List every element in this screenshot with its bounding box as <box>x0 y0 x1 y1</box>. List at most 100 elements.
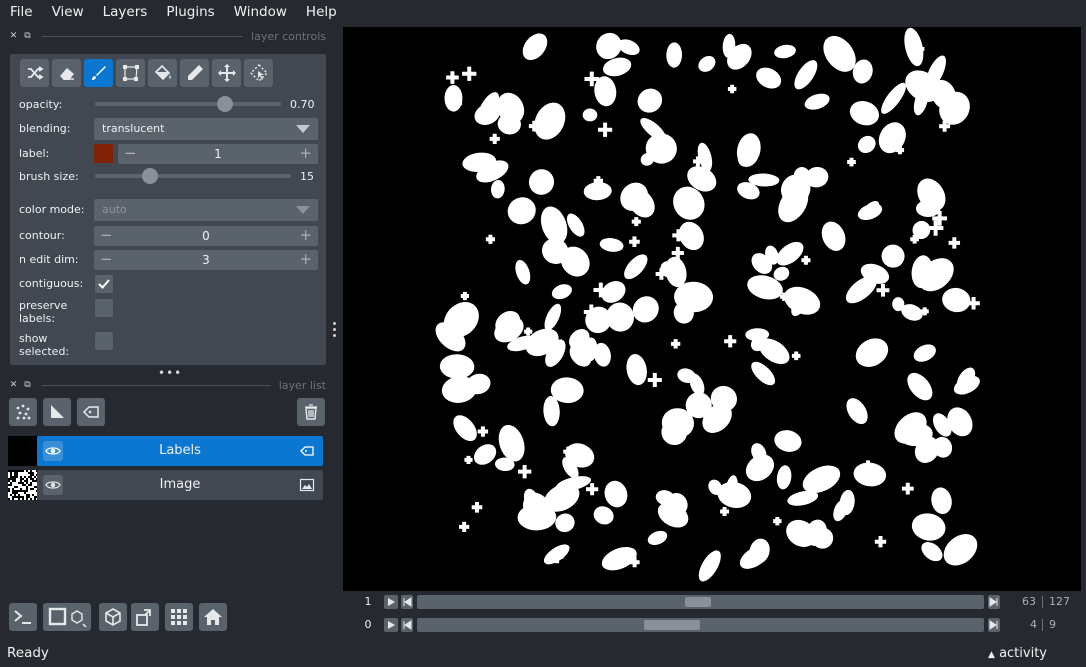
thumb-pixel <box>24 482 26 484</box>
thumb-pixel <box>26 474 28 476</box>
thumb-pixel <box>12 474 14 476</box>
console-button[interactable] <box>9 603 37 631</box>
visibility-toggle[interactable] <box>43 475 63 495</box>
label-color-swatch[interactable] <box>94 144 113 163</box>
play-button[interactable] <box>384 618 398 632</box>
transpose-dimensions-button[interactable] <box>131 603 159 631</box>
polygon-button[interactable] <box>116 59 145 87</box>
reset-view-button[interactable] <box>199 603 227 631</box>
thumb-pixel <box>16 476 18 478</box>
paint-brush-icon <box>91 66 106 80</box>
visibility-toggle[interactable] <box>43 441 63 461</box>
viewer-canvas[interactable] <box>343 27 1081 591</box>
thumb-pixel <box>10 498 12 500</box>
label-blob <box>626 353 647 386</box>
menu-plugins[interactable]: Plugins <box>156 0 223 24</box>
dim-slider[interactable] <box>417 595 984 609</box>
label-blob <box>855 338 889 367</box>
layer-name[interactable]: Image <box>77 477 283 492</box>
brush-size-slider-handle[interactable] <box>141 168 158 184</box>
menu-layers[interactable]: Layers <box>93 0 157 24</box>
grid-icon <box>171 609 187 625</box>
thumb-pixel <box>32 470 34 472</box>
new-points-layer-button[interactable] <box>9 398 37 426</box>
label-blob <box>597 122 613 137</box>
thumb-pixel <box>32 484 34 486</box>
shuffle-colors-button[interactable] <box>20 59 49 87</box>
pan-zoom-button[interactable] <box>212 59 241 87</box>
trash-icon <box>305 404 317 420</box>
thumb-pixel <box>18 482 20 484</box>
dim-current[interactable]: 4 <box>1030 618 1037 631</box>
thumb-pixel <box>34 470 36 472</box>
step-back-button[interactable] <box>401 595 413 609</box>
float-dock-icon[interactable]: ⧉ <box>22 380 33 390</box>
increment-icon[interactable]: + <box>299 145 312 162</box>
thumb-pixel <box>14 486 16 488</box>
layer-item[interactable]: Image <box>37 470 323 500</box>
color-picker-button[interactable] <box>180 59 209 87</box>
paint-brush-button[interactable] <box>84 59 113 87</box>
thumb-pixel <box>30 478 32 480</box>
thumb-pixel <box>20 470 22 472</box>
opacity-slider[interactable] <box>95 102 281 106</box>
thumb-pixel <box>12 472 14 474</box>
brush-size-slider[interactable] <box>95 174 291 178</box>
close-dock-icon[interactable]: ✕ <box>8 380 19 390</box>
label-blob <box>453 415 477 442</box>
label-blob <box>439 354 475 379</box>
toggle-grid-button[interactable] <box>165 603 193 631</box>
menu-help[interactable]: Help <box>296 0 346 24</box>
thumb-pixel <box>8 472 10 474</box>
layer-name[interactable]: Labels <box>77 443 283 458</box>
dim-index-label: 0 <box>364 618 372 631</box>
layer-row-labels[interactable]: Labels <box>8 436 324 468</box>
eraser-button[interactable] <box>52 59 81 87</box>
label-blob <box>460 291 469 301</box>
n-edit-dim-spinbox[interactable]: − 3 + <box>94 250 318 270</box>
float-dock-icon[interactable]: ⧉ <box>22 31 33 41</box>
step-forward-button[interactable] <box>988 595 1000 609</box>
transform-button[interactable] <box>244 59 273 87</box>
increment-icon[interactable]: + <box>299 227 312 244</box>
fill-bucket-button[interactable] <box>148 59 177 87</box>
dim-slider-handle[interactable] <box>685 597 712 607</box>
dim-total[interactable]: 127 <box>1049 595 1070 608</box>
thumb-pixel <box>34 496 36 498</box>
step-forward-button[interactable] <box>988 618 1000 632</box>
toggle-ndisplay-button[interactable] <box>43 603 91 631</box>
label-blob <box>846 398 868 425</box>
dim-total[interactable]: 9 <box>1049 618 1056 631</box>
contiguous-checkbox[interactable] <box>95 275 113 293</box>
close-dock-icon[interactable]: ✕ <box>8 31 19 41</box>
label-blob <box>599 238 624 252</box>
layer-row-image[interactable]: Image <box>8 470 324 502</box>
contour-spinbox[interactable]: − 0 + <box>94 226 318 246</box>
thumb-pixel <box>28 490 30 492</box>
activity-button[interactable]: ▲ activity <box>988 646 1047 661</box>
new-labels-layer-button[interactable] <box>77 398 105 426</box>
thumb-pixel <box>30 482 32 484</box>
blending-dropdown[interactable]: translucent <box>94 118 318 140</box>
dim-slider[interactable] <box>417 618 984 632</box>
preserve-labels-checkbox[interactable] <box>95 299 113 317</box>
menu-window[interactable]: Window <box>224 0 296 24</box>
thumb-pixel <box>24 480 26 482</box>
show-selected-checkbox[interactable] <box>95 332 113 350</box>
play-button[interactable] <box>384 595 398 609</box>
dim-slider-handle[interactable] <box>643 620 700 630</box>
new-shapes-layer-button[interactable] <box>43 398 71 426</box>
layer-item-selected[interactable]: Labels <box>37 436 323 466</box>
menu-view[interactable]: View <box>42 0 93 24</box>
dim-current[interactable]: 63 <box>1022 595 1036 608</box>
menu-file[interactable]: File <box>0 0 42 24</box>
step-back-button[interactable] <box>401 618 413 632</box>
delete-layer-button[interactable] <box>297 398 325 426</box>
dock-splitter-handle[interactable] <box>333 322 337 340</box>
brush-size-value: 15 <box>300 170 314 183</box>
label-spinbox[interactable]: − 1 + <box>118 144 318 164</box>
color-mode-dropdown[interactable]: auto <box>94 199 318 221</box>
opacity-slider-handle[interactable] <box>217 96 234 112</box>
roll-dimensions-button[interactable] <box>99 603 127 631</box>
increment-icon[interactable]: + <box>299 251 312 268</box>
